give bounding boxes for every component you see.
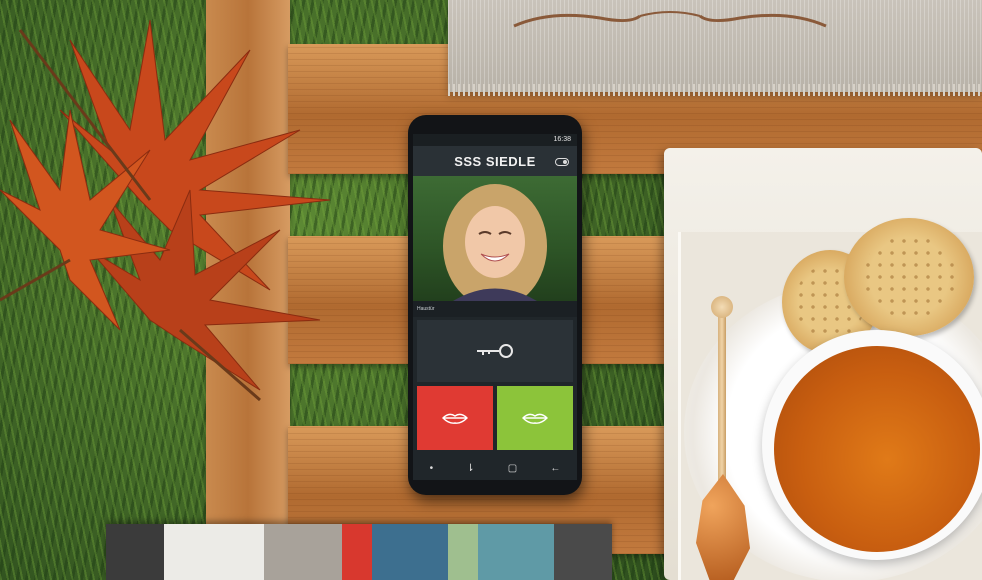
color-swatch	[478, 524, 554, 580]
dot-icon[interactable]: •	[430, 463, 434, 474]
door-camera-video	[413, 176, 577, 301]
home-icon[interactable]: ▢	[508, 463, 517, 474]
photo-scene: 16:38 SSS SIEDLE Haustür • ⇂ ▢ ←	[0, 0, 982, 580]
color-swatch	[264, 524, 342, 580]
linen-fringe	[448, 84, 982, 96]
camera-caption: Haustür	[413, 301, 577, 317]
color-swatch	[106, 524, 164, 580]
sugar-stick-knob	[711, 296, 733, 318]
accept-call-button[interactable]	[497, 386, 573, 450]
color-swatch	[342, 524, 372, 580]
color-swatch	[554, 524, 612, 580]
tea	[774, 346, 980, 552]
cookie	[844, 218, 974, 336]
app-header: SSS SIEDLE	[413, 146, 577, 176]
color-swatch-bar	[106, 524, 612, 580]
color-swatch	[448, 524, 478, 580]
color-swatch	[372, 524, 448, 580]
color-swatch	[164, 524, 264, 580]
visitor-portrait	[443, 184, 547, 301]
reading-glasses	[513, 11, 827, 28]
brand-logo: SSS SIEDLE	[454, 153, 536, 169]
key-icon	[477, 344, 513, 358]
status-time: 16:38	[553, 136, 571, 143]
open-door-button[interactable]	[417, 320, 573, 382]
maple-leaves	[0, 19, 331, 402]
status-bar: 16:38	[413, 134, 577, 146]
lips-icon	[442, 413, 468, 424]
toggle-icon[interactable]	[555, 158, 569, 166]
lips-icon	[522, 413, 548, 424]
reject-call-button[interactable]	[417, 386, 493, 450]
back-icon[interactable]: ←	[550, 463, 560, 474]
android-nav-bar: • ⇂ ▢ ←	[413, 456, 577, 480]
recent-icon[interactable]: ⇂	[466, 463, 474, 474]
phone-screen: 16:38 SSS SIEDLE Haustür • ⇂ ▢ ←	[413, 134, 577, 480]
